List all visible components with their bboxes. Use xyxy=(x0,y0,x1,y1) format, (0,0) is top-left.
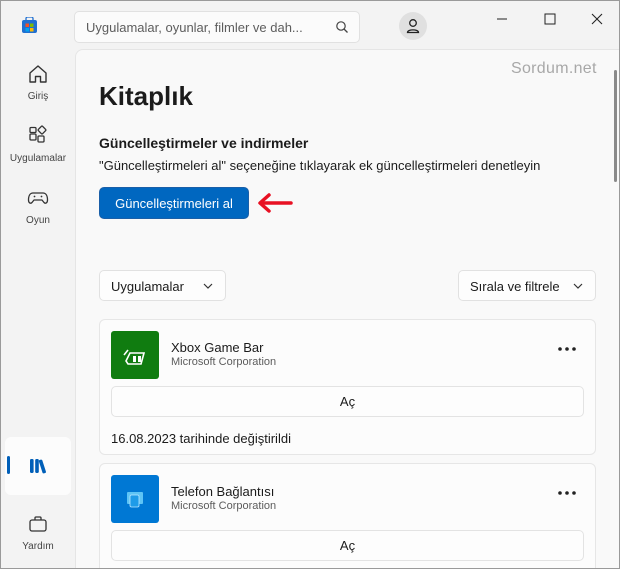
page-title: Kitaplık xyxy=(99,81,193,111)
app-name: Telefon Bağlantısı xyxy=(171,484,275,499)
more-options-icon[interactable] xyxy=(557,346,577,352)
search-input[interactable]: Uygulamalar, oyunlar, filmler ve dah... xyxy=(74,11,360,43)
sidebar-item-label: Uygulamalar xyxy=(9,153,67,164)
account-avatar-button[interactable] xyxy=(399,12,427,40)
more-options-icon[interactable] xyxy=(557,490,577,496)
watermark: Sordum.net xyxy=(511,60,597,77)
sidebar-item-apps[interactable]: Uygulamalar xyxy=(5,117,71,175)
sidebar-nav: Giriş Uygulamalar Oyun Yardım xyxy=(1,49,75,568)
sidebar-item-label: Oyun xyxy=(26,215,50,226)
phone-link-icon xyxy=(127,492,143,508)
sidebar-item-home[interactable]: Giriş xyxy=(5,55,71,113)
open-app-button[interactable]: Aç xyxy=(111,530,584,561)
app-publisher: Microsoft Corporation xyxy=(171,500,277,512)
help-briefcase-icon xyxy=(29,516,47,532)
maximize-button[interactable] xyxy=(527,7,573,31)
sidebar-item-help[interactable]: Yardım xyxy=(5,505,71,563)
app-card: Telefon Bağlantısı Microsoft Corporation… xyxy=(99,463,596,568)
chevron-down-icon xyxy=(203,283,213,289)
app-name: Xbox Game Bar xyxy=(171,340,264,355)
minimize-button[interactable] xyxy=(479,7,525,31)
minimize-icon xyxy=(497,18,507,20)
updates-section-title: Güncelleştirmeler ve indirmeler xyxy=(99,135,309,151)
get-updates-button[interactable]: Güncelleştirmeleri al xyxy=(99,187,249,219)
sort-filter-dropdown[interactable]: Sırala ve filtrele xyxy=(458,270,596,301)
maximize-icon xyxy=(544,13,556,25)
category-dropdown-value: Uygulamalar xyxy=(111,279,184,294)
home-icon xyxy=(29,65,47,83)
close-icon xyxy=(591,13,603,25)
title-bar: Uygulamalar, oyunlar, filmler ve dah... xyxy=(1,1,619,49)
open-app-button[interactable]: Aç xyxy=(111,386,584,417)
updates-description: "Güncelleştirmeleri al" seçeneğine tıkla… xyxy=(99,158,541,173)
store-window: Uygulamalar, oyunlar, filmler ve dah... xyxy=(0,0,620,569)
gamepad-icon xyxy=(27,192,49,204)
scrollbar[interactable] xyxy=(614,70,617,182)
xbox-game-bar-tile xyxy=(111,331,159,379)
phone-link-tile xyxy=(111,475,159,523)
red-arrow-annotation xyxy=(258,193,293,213)
library-icon xyxy=(30,459,46,474)
apps-icon xyxy=(29,125,47,143)
active-indicator xyxy=(7,456,10,474)
sidebar-item-gaming[interactable]: Oyun xyxy=(5,179,71,237)
chevron-down-icon xyxy=(573,283,583,289)
sort-filter-label: Sırala ve filtrele xyxy=(470,279,560,294)
category-dropdown[interactable]: Uygulamalar xyxy=(99,270,226,301)
search-placeholder: Uygulamalar, oyunlar, filmler ve dah... xyxy=(86,20,303,35)
user-icon xyxy=(406,19,420,34)
sidebar-item-library[interactable] xyxy=(5,437,71,495)
app-publisher: Microsoft Corporation xyxy=(171,356,277,368)
microsoft-store-icon xyxy=(22,17,37,33)
sidebar-item-label: Giriş xyxy=(27,91,49,102)
search-icon[interactable] xyxy=(335,20,349,34)
xbox-game-bar-icon xyxy=(123,349,146,365)
library-page: Sordum.net Kitaplık Güncelleştirmeler ve… xyxy=(75,49,619,568)
app-card: Xbox Game Bar Microsoft Corporation Aç 1… xyxy=(99,319,596,455)
sidebar-item-label: Yardım xyxy=(22,541,54,552)
modified-date: 16.08.2023 tarihinde değiştirildi xyxy=(111,431,291,446)
close-button[interactable] xyxy=(574,7,619,31)
